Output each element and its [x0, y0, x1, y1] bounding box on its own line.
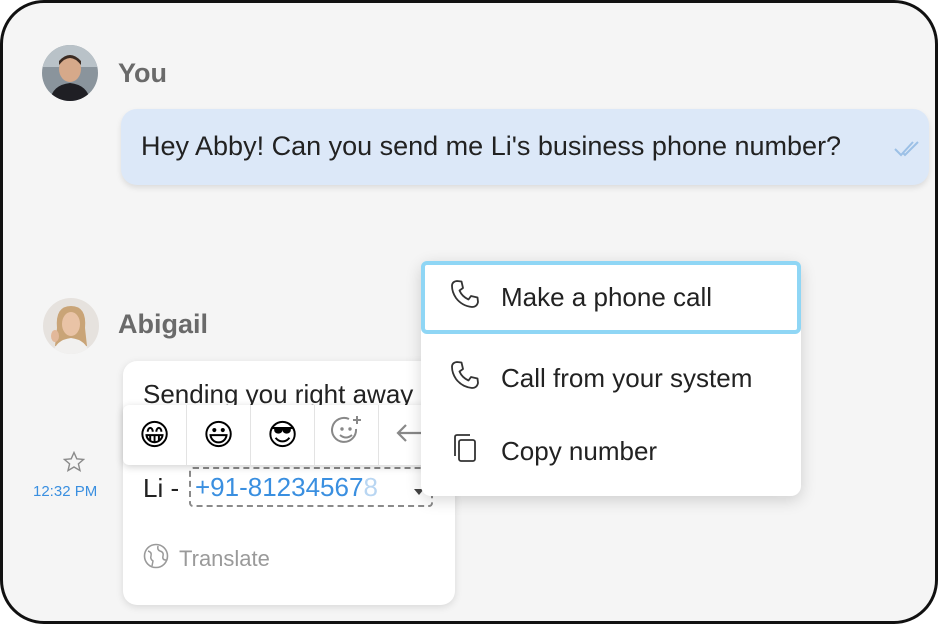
star-icon[interactable] [62, 450, 86, 478]
reaction-grin[interactable]: 😁 [123, 405, 187, 465]
phone-context-menu: Make a phone call Call from your system … [421, 261, 801, 496]
phone-number-visible: +91-81234567 [195, 472, 364, 502]
outgoing-message-text: Hey Abby! Can you send me Li's business … [141, 131, 842, 161]
globe-icon [143, 543, 169, 575]
menu-item-copy-number[interactable]: Copy number [421, 415, 801, 488]
menu-item-label: Call from your system [501, 363, 753, 393]
add-emoji-icon [330, 414, 364, 456]
avatar-abigail[interactable] [43, 298, 99, 354]
copy-icon [449, 432, 481, 471]
translate-button[interactable]: Translate [143, 543, 270, 575]
incoming-message-bubble[interactable]: Sending you right away Li - +91-81234567… [123, 361, 455, 605]
sender-name-you: You [118, 58, 167, 88]
phone-number-faded: 8 [363, 472, 378, 502]
double-check-read-icon [893, 139, 921, 162]
phone-icon [449, 278, 481, 317]
reaction-cool[interactable]: 😎 [251, 405, 315, 465]
chat-window: You Hey Abby! Can you send me Li's busin… [0, 0, 938, 624]
menu-item-label: Make a phone call [501, 282, 713, 312]
avatar-you[interactable] [42, 45, 98, 101]
menu-item-label: Copy number [501, 436, 658, 466]
message-timestamp: 12:32 PM [33, 483, 98, 500]
phone-number-text: +91-812345678 [195, 472, 378, 503]
translate-label: Translate [179, 546, 270, 571]
menu-item-make-phone-call[interactable]: Make a phone call [421, 261, 801, 334]
reaction-bar: 😁 😃 😎 [123, 405, 441, 465]
phone-icon [449, 359, 481, 398]
sender-name-abigail: Abigail [118, 309, 209, 339]
incoming-message-contact-prefix: Li - [143, 473, 180, 503]
outgoing-message-bubble[interactable]: Hey Abby! Can you send me Li's business … [121, 109, 929, 185]
reaction-smile[interactable]: 😃 [187, 405, 251, 465]
phone-number-link[interactable]: +91-812345678 [189, 467, 433, 507]
add-emoji-button[interactable] [315, 405, 379, 465]
menu-item-call-from-system[interactable]: Call from your system [421, 342, 801, 415]
